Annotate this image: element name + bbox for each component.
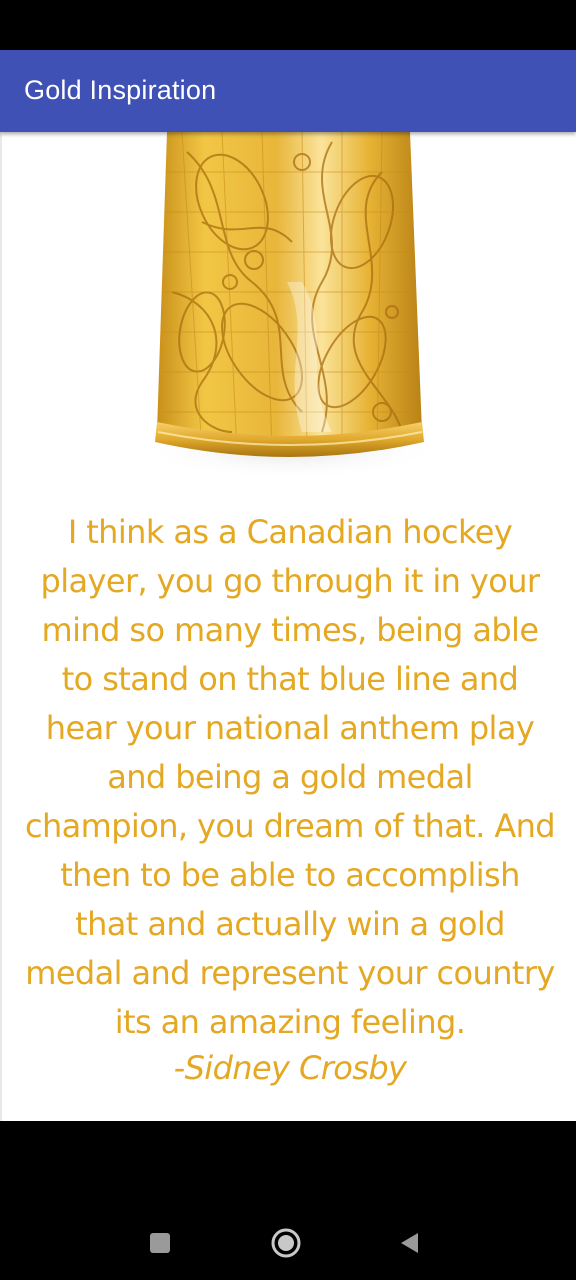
quote-author: -Sidney Crosby	[173, 1049, 407, 1087]
quote-line: and being a gold medal	[107, 758, 473, 796]
app-title: Gold Inspiration	[24, 75, 217, 105]
triangle-icon	[401, 1233, 418, 1253]
quote-text: I think as a Canadian hockey player, you…	[20, 508, 560, 1047]
quote-line: player, you go through it in your	[40, 562, 541, 600]
quote-line: hear your national anthem play	[45, 709, 535, 747]
quote-line: mind so many times, being able	[41, 611, 540, 649]
quote-line: I think as a Canadian hockey	[67, 513, 513, 551]
status-bar	[0, 0, 576, 50]
square-icon	[150, 1233, 170, 1253]
content-area: I think as a Canadian hockey player, you…	[0, 132, 576, 1121]
recents-button[interactable]	[138, 1221, 182, 1265]
app-bar: Gold Inspiration	[0, 50, 576, 132]
home-button[interactable]	[264, 1221, 308, 1265]
quote-line: medal and represent your country	[25, 954, 555, 992]
navigation-bar	[0, 1121, 576, 1280]
gold-bracelet-illustration	[140, 132, 440, 480]
quote-line: then to be able to accomplish	[60, 856, 520, 894]
quote-line: that and actually win a gold	[75, 905, 505, 943]
circle-icon	[271, 1228, 301, 1258]
quote-line: champion, you dream of that. And	[24, 807, 556, 845]
quote-line: to stand on that blue line and	[61, 660, 519, 698]
back-button[interactable]	[388, 1221, 432, 1265]
gold-bracelet-image	[2, 132, 576, 502]
quote-line: its an amazing feeling.	[114, 1003, 466, 1041]
